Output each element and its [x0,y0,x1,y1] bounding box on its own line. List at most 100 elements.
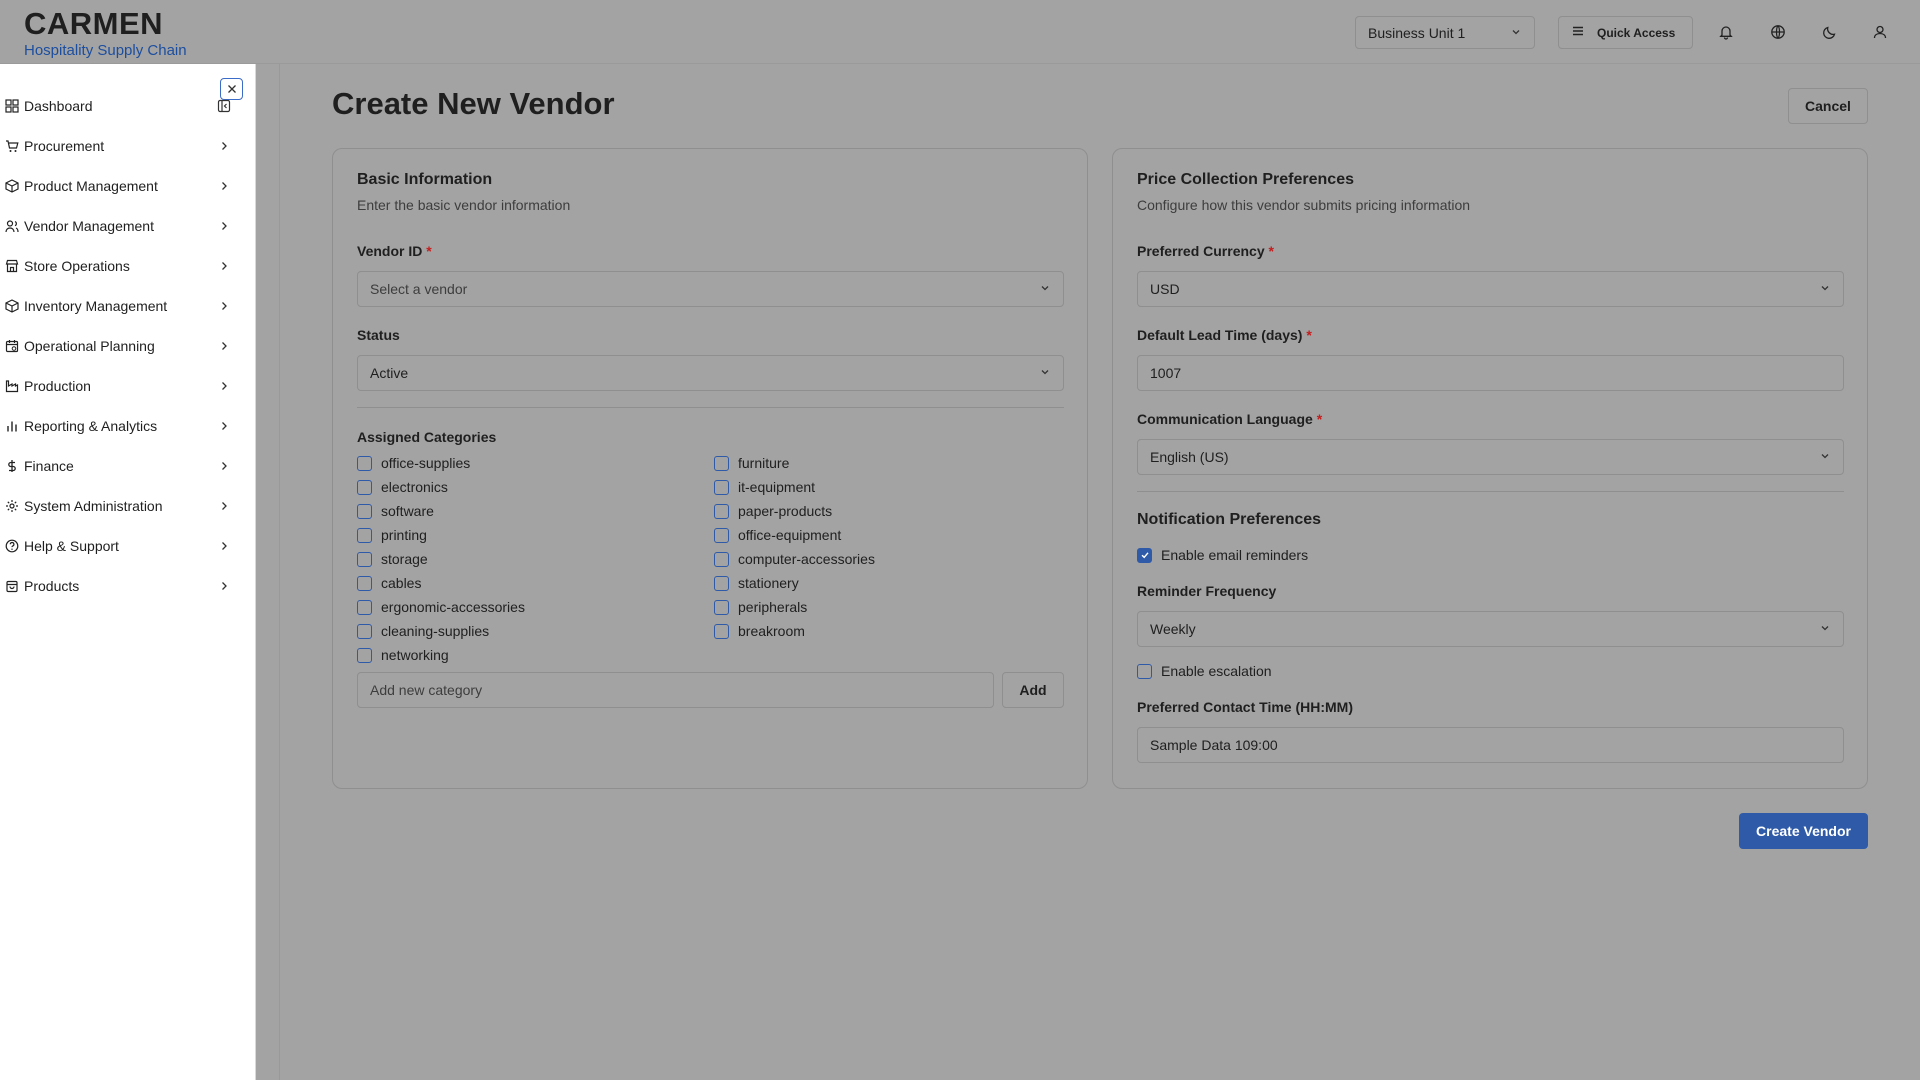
category-checkbox[interactable]: computer-accessories [714,551,875,567]
checkbox[interactable] [357,479,372,495]
category-checkbox[interactable]: peripherals [714,599,807,615]
sidebar-item-inventory-management[interactable]: Inventory Management [0,291,232,321]
escalation-checkbox[interactable]: Enable escalation [1137,663,1272,679]
sidebar-item-label: Dashboard [24,98,93,114]
category-checkbox[interactable]: stationery [714,575,799,591]
checkbox[interactable] [714,575,729,591]
vendor-id-label-text: Vendor ID [357,243,423,259]
brand-subtitle: Hospitality Supply Chain [24,42,187,59]
category-checkbox[interactable]: paper-products [714,503,832,519]
sidebar-item-label: Products [24,578,80,594]
sidebar-item-system-administration[interactable]: System Administration [0,491,232,521]
add-category-button[interactable]: Add [1002,672,1064,708]
checkbox[interactable] [714,479,729,495]
sidebar-item-product-management[interactable]: Product Management [0,171,232,201]
vendor-id-label: Vendor ID * [357,243,432,259]
sidebar-item-label: Store Operations [24,258,130,274]
status-select[interactable]: Active [357,355,1064,391]
card-description: Configure how this vendor submits pricin… [1137,197,1471,213]
checkbox[interactable] [1137,663,1152,679]
sidebar-item-finance[interactable]: Finance [0,451,232,481]
category-checkbox[interactable]: storage [357,551,428,567]
category-checkbox[interactable]: ergonomic-accessories [357,599,525,615]
vendor-id-select[interactable]: Select a vendor [357,271,1064,307]
checkbox[interactable] [357,647,372,663]
chevron-down-icon [1819,621,1831,637]
checkbox[interactable] [357,503,372,519]
checkbox[interactable] [714,551,729,567]
category-checkbox[interactable]: printing [357,527,427,543]
lead-time-value: 1007 [1150,365,1182,381]
user-icon[interactable] [1868,20,1892,44]
chevron-right-icon [216,301,232,311]
checkbox[interactable] [714,623,729,639]
sidebar-item-label: Procurement [24,138,105,154]
lead-time-label-text: Default Lead Time (days) [1137,327,1303,343]
category-checkbox[interactable]: networking [357,647,449,663]
lead-time-label: Default Lead Time (days) * [1137,327,1312,343]
quick-access-button[interactable]: Quick Access [1558,16,1693,49]
email-reminders-checkbox[interactable]: Enable email reminders [1137,547,1308,563]
sidebar-item-store-operations[interactable]: Store Operations [0,251,232,281]
globe-icon[interactable] [1766,20,1790,44]
checkbox[interactable] [714,503,729,519]
new-category-input[interactable]: Add new category [357,672,994,708]
checkbox[interactable] [357,527,372,543]
sidebar-item-dashboard[interactable]: Dashboard [0,91,232,121]
checkbox[interactable] [357,623,372,639]
category-label: office-supplies [381,455,471,471]
category-checkbox[interactable]: software [357,503,434,519]
lead-time-input[interactable]: 1007 [1137,355,1844,391]
category-label: printing [381,527,427,543]
category-checkbox[interactable]: it-equipment [714,479,815,495]
checkbox[interactable] [714,599,729,615]
app-header: CARMEN Hospitality Supply Chain Business… [0,0,1920,64]
checkbox[interactable] [357,551,372,567]
sidebar-item-reporting-analytics[interactable]: Reporting & Analytics [0,411,232,441]
contact-time-label: Preferred Contact Time (HH:MM) [1137,699,1353,715]
category-label: storage [381,551,428,567]
contact-time-input[interactable]: Sample Data 109:00 [1137,727,1844,763]
contact-time-value: Sample Data 109:00 [1150,737,1278,753]
sidebar-item-procurement[interactable]: Procurement [0,131,232,161]
category-checkbox[interactable]: cleaning-supplies [357,623,489,639]
sidebar-item-vendor-management[interactable]: Vendor Management [0,211,232,241]
sidebar-item-operational-planning[interactable]: Operational Planning [0,331,232,361]
bell-icon[interactable] [1714,20,1738,44]
checkbox[interactable] [714,527,729,543]
category-checkbox[interactable]: electronics [357,479,448,495]
currency-select[interactable]: USD [1137,271,1844,307]
checkbox[interactable] [1137,547,1152,563]
vendor-id-placeholder: Select a vendor [370,281,468,297]
sidebar-item-label: Product Management [24,178,158,194]
panel-toggle-icon[interactable] [216,99,232,113]
checkbox[interactable] [714,455,729,471]
sidebar-item-label: System Administration [24,498,163,514]
category-checkbox[interactable]: office-supplies [357,455,470,471]
cancel-button[interactable]: Cancel [1788,88,1868,124]
package-icon [0,179,24,193]
sidebar-item-label: Vendor Management [24,218,154,234]
category-checkbox[interactable]: breakroom [714,623,805,639]
sidebar-item-label: Production [24,378,91,394]
chevron-down-icon [1819,281,1831,297]
checkbox[interactable] [357,599,372,615]
business-unit-select[interactable]: Business Unit 1 [1355,16,1535,49]
sidebar-item-products[interactable]: Products [0,571,232,601]
category-checkbox[interactable]: cables [357,575,421,591]
reminder-frequency-label: Reminder Frequency [1137,583,1277,599]
sidebar-item-production[interactable]: Production [0,371,232,401]
create-vendor-button[interactable]: Create Vendor [1739,813,1868,849]
sidebar-item-help-support[interactable]: Help & Support [0,531,232,561]
language-select[interactable]: English (US) [1137,439,1844,475]
chevron-right-icon [216,581,232,591]
category-checkbox[interactable]: office-equipment [714,527,841,543]
checkbox[interactable] [357,575,372,591]
reminder-frequency-select[interactable]: Weekly [1137,611,1844,647]
menu-icon [1571,24,1585,41]
page-title: Create New Vendor [332,86,615,121]
category-checkbox[interactable]: furniture [714,455,789,471]
required-mark: * [1306,327,1312,343]
moon-icon[interactable] [1818,20,1842,44]
checkbox[interactable] [357,455,372,471]
